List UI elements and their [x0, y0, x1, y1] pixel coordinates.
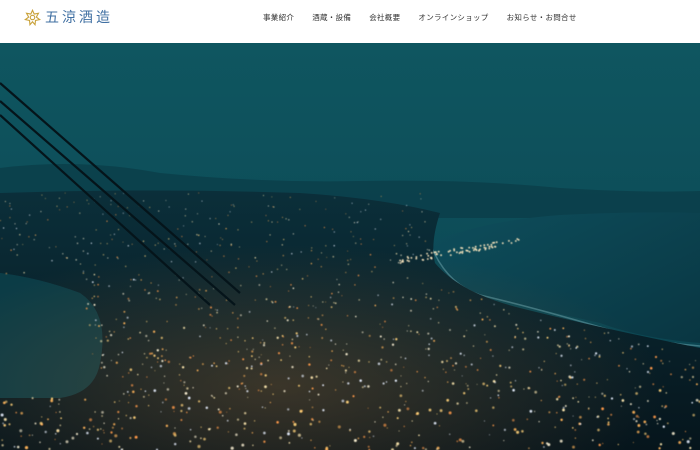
hero-image	[0, 43, 700, 450]
logo-text: 五涼酒造	[45, 10, 113, 26]
nav-online-shop[interactable]: オンラインショップ	[418, 12, 488, 23]
hero-night-city-photo	[0, 43, 700, 450]
nav-news-contact[interactable]: お知らせ・お問合せ	[507, 12, 577, 23]
nav-business[interactable]: 事業紹介	[263, 12, 294, 23]
site-header: 五涼酒造 事業紹介 酒蔵・設備 会社概要 オンラインショップ お知らせ・お問合せ	[0, 0, 700, 43]
nav-brewery-facilities[interactable]: 酒蔵・設備	[312, 12, 351, 23]
site-logo[interactable]: 五涼酒造	[24, 6, 113, 28]
nav-company-profile[interactable]: 会社概要	[369, 12, 400, 23]
main-nav: 事業紹介 酒蔵・設備 会社概要 オンラインショップ お知らせ・お問合せ	[263, 12, 577, 23]
crest-icon	[24, 8, 41, 26]
